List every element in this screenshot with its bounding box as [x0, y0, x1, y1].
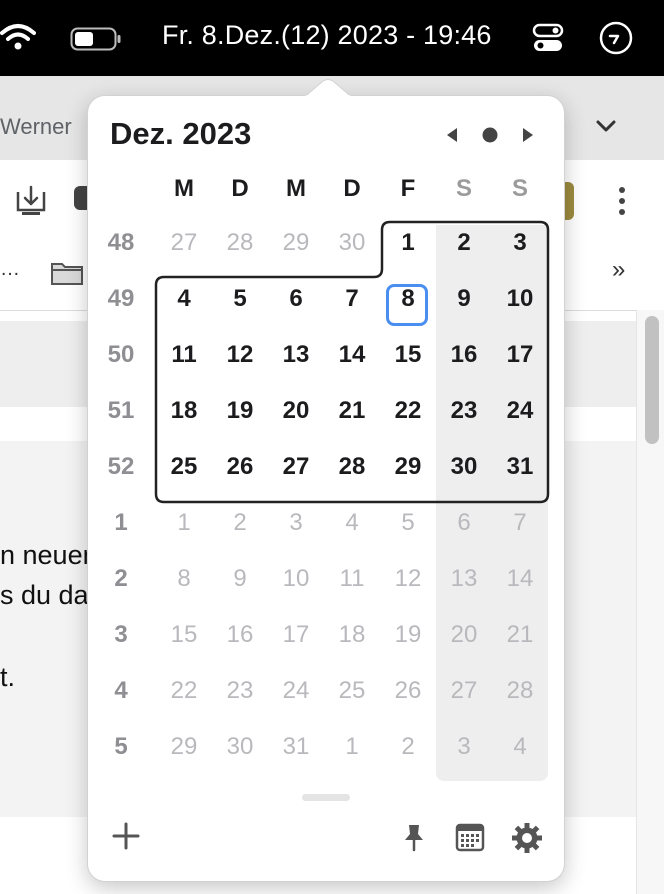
- wifi-icon[interactable]: [0, 22, 36, 52]
- calendar-icon[interactable]: [455, 822, 485, 852]
- page-text-line: n neuen: [0, 540, 98, 570]
- page-text-line: t.: [0, 662, 16, 692]
- plus-icon[interactable]: [112, 822, 140, 850]
- page-text-line: s du da: [0, 580, 89, 610]
- folder-icon[interactable]: [50, 260, 84, 286]
- download-icon[interactable]: [14, 184, 48, 218]
- gear-icon[interactable]: [511, 822, 543, 854]
- bookmarks-more-button[interactable]: »: [612, 256, 625, 284]
- control-center-icon[interactable]: [532, 22, 564, 54]
- chevron-down-icon[interactable]: [594, 116, 618, 136]
- menu-bar: Fr. 8.Dez.(12) 2023 - 19:46: [0, 0, 664, 76]
- current-month-outline: [154, 220, 550, 504]
- extension-icon[interactable]: [598, 20, 634, 56]
- menu-bar-clock[interactable]: Fr. 8.Dez.(12) 2023 - 19:46: [162, 20, 492, 51]
- browser-tab-title[interactable]: Werner: [0, 114, 72, 140]
- calendar-popover: Dez. 2023 M D M D F S S 48 27 28 29 30 1 2 3 49 4 5 6 7 8 9 10…: [87, 95, 565, 882]
- resize-handle[interactable]: [302, 794, 350, 801]
- extension-partial-icon[interactable]: [74, 186, 88, 210]
- more-vertical-icon[interactable]: [614, 186, 630, 216]
- popover-arrow: [305, 79, 351, 97]
- scrollbar-thumb[interactable]: [645, 316, 659, 444]
- battery-icon[interactable]: [70, 27, 122, 51]
- pin-icon[interactable]: [402, 822, 426, 852]
- bookmarks-ellipsis[interactable]: …: [0, 258, 20, 281]
